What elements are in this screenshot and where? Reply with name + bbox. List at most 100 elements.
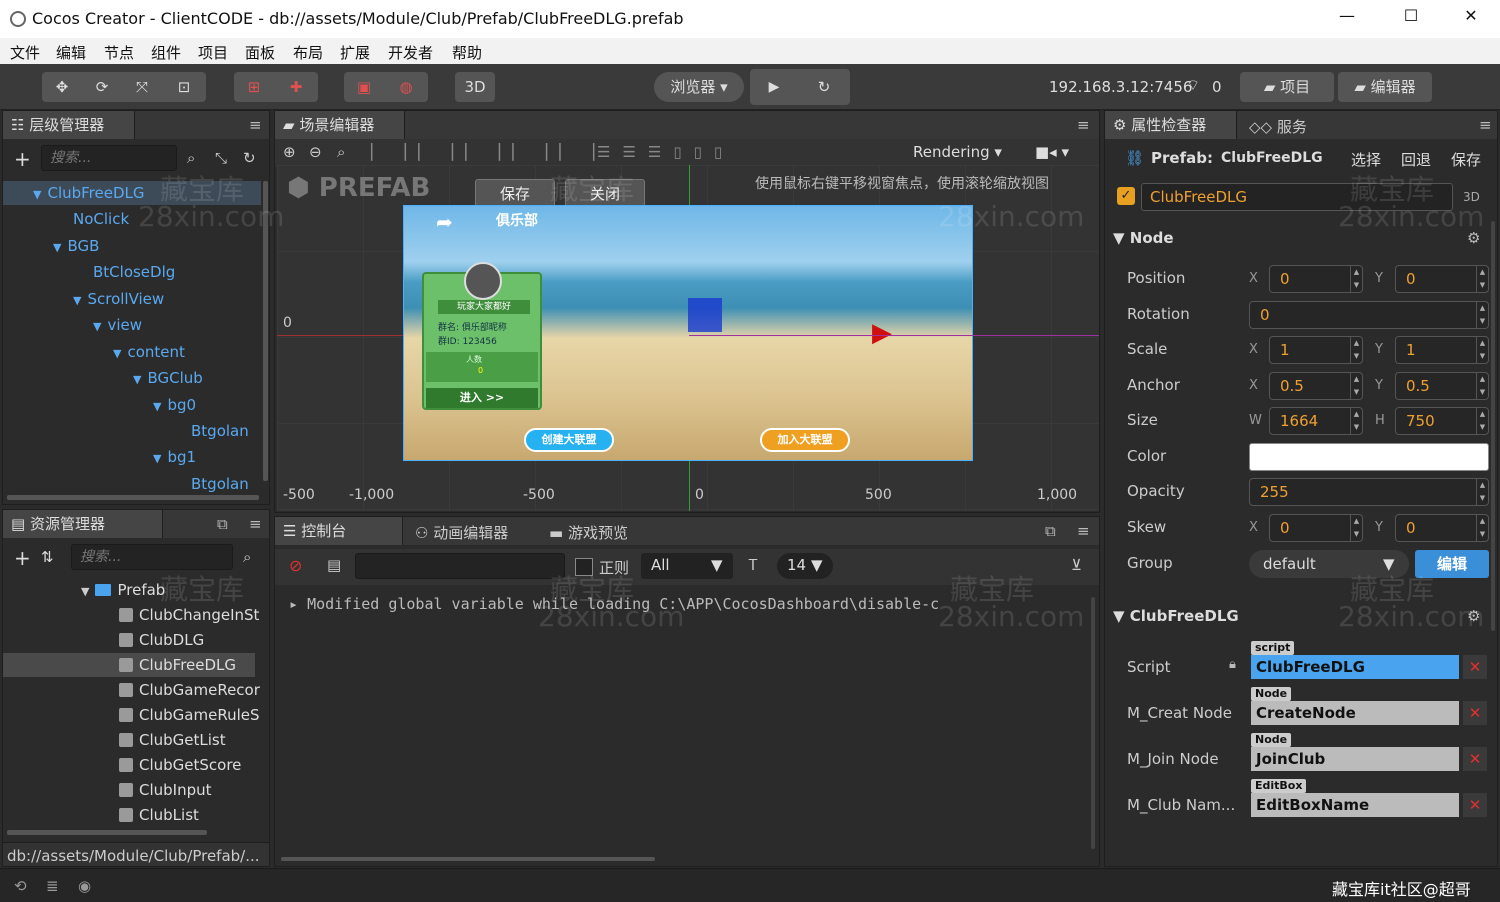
hierarchy-menu-icon[interactable]: ≡: [249, 116, 262, 134]
animation-editor-tab[interactable]: ⚇ 动画编辑器: [415, 522, 508, 543]
open-project-button[interactable]: ▰ 项目: [1240, 72, 1334, 102]
scene-canvas[interactable]: 0 -500 -1,000 -500 0 500 1,000 ⬢ PREFAB …: [277, 165, 1099, 511]
gear-icon[interactable]: ⚙: [1467, 607, 1480, 625]
position-x-input[interactable]: 0 ▲ ▼: [1269, 265, 1363, 293]
menu-layout[interactable]: 布局: [293, 42, 323, 63]
prefab-revert-button[interactable]: 回退: [1401, 149, 1431, 170]
align-tools-icon[interactable]: ▏▕▏▕▏▕▏▕▏▕: [371, 143, 606, 161]
stepper-icon[interactable]: ▲ ▼: [1350, 337, 1362, 363]
expand-arrow-icon[interactable]: ▸: [289, 595, 307, 613]
console-hscrollbar[interactable]: [281, 857, 655, 861]
local-icon[interactable]: ✚: [276, 72, 316, 102]
stepper-icon[interactable]: ▲ ▼: [1476, 337, 1488, 363]
scale-x-input[interactable]: 1 ▲ ▼: [1269, 336, 1363, 364]
size-h-input[interactable]: 750 ▲ ▼: [1395, 407, 1489, 435]
open-log-icon[interactable]: ▤: [327, 556, 341, 574]
color-swatch[interactable]: [1249, 443, 1489, 471]
tree-node[interactable]: ▼ BGClub: [133, 369, 203, 387]
menu-node[interactable]: 节点: [104, 42, 134, 63]
rotate-tool-icon[interactable]: ⟳: [82, 72, 122, 102]
skew-x-input[interactable]: 0 ▲ ▼: [1269, 514, 1363, 542]
hierarchy-search-input[interactable]: 搜索...: [41, 145, 177, 171]
prefab-save-button[interactable]: 保存: [1451, 149, 1481, 170]
stepper-icon[interactable]: ▲ ▼: [1476, 408, 1488, 434]
close-button[interactable]: ✕: [1456, 6, 1486, 32]
create-league-button[interactable]: 创建大联盟: [524, 428, 614, 452]
size-w-input[interactable]: 1664 ▲ ▼: [1269, 407, 1363, 435]
console-vscrollbar[interactable]: [1091, 597, 1095, 849]
tree-node[interactable]: ▼ view: [93, 316, 142, 334]
tree-node-root[interactable]: ▼ ClubFreeDLG: [33, 184, 145, 202]
pivot-icon[interactable]: ⊞: [234, 72, 274, 102]
remove-ref-icon[interactable]: ✕: [1463, 655, 1487, 679]
stepper-icon[interactable]: ▲ ▼: [1476, 302, 1488, 328]
stepper-icon[interactable]: ▲ ▼: [1476, 266, 1488, 292]
open-editor-button[interactable]: ▰ 编辑器: [1338, 72, 1432, 102]
zoom-in-icon[interactable]: ⊕: [283, 143, 296, 161]
locate-icon[interactable]: ⤡: [215, 149, 227, 167]
collapse-icon[interactable]: ⊻: [1071, 556, 1082, 574]
menu-developer[interactable]: 开发者: [388, 42, 433, 63]
expand-arrow-icon[interactable]: ▼: [113, 347, 121, 360]
assets-search-input[interactable]: 搜索...: [71, 544, 233, 570]
anchor-y-input[interactable]: 0.5 ▲ ▼: [1395, 372, 1489, 400]
menu-help[interactable]: 帮助: [452, 42, 482, 63]
asset-folder[interactable]: ▼ Prefab: [81, 581, 165, 599]
menu-extension[interactable]: 扩展: [340, 42, 370, 63]
camera-select-icon[interactable]: ■◂ ▾: [1035, 143, 1069, 161]
mode-3d-button[interactable]: 3D: [455, 72, 495, 102]
log-level-select[interactable]: All ▼: [641, 553, 733, 579]
scene-menu-icon[interactable]: ≡: [1077, 116, 1090, 134]
asset-item[interactable]: ClubList: [119, 806, 199, 824]
join-node-ref-field[interactable]: JoinClub: [1251, 747, 1459, 771]
database-icon[interactable]: ≣: [46, 877, 59, 895]
opacity-input[interactable]: 255 ▲ ▼: [1249, 478, 1489, 506]
tree-node[interactable]: NoClick: [73, 210, 129, 228]
game-preview-tab[interactable]: ▬ 游戏预览: [549, 522, 628, 543]
tree-node[interactable]: ▼ BGB: [53, 237, 99, 255]
game-preview[interactable]: ➦ 俱乐部 玩家大家都好 群名: 俱乐部昵称 群ID: 123456 人数 0 …: [403, 205, 973, 461]
maximize-panel-icon[interactable]: ⧉: [1045, 522, 1056, 540]
tree-node[interactable]: BtCloseDlg: [93, 263, 175, 281]
expand-arrow-icon[interactable]: ▼: [33, 188, 41, 201]
asset-item-selected[interactable]: ClubFreeDLG: [119, 656, 236, 674]
sort-icon[interactable]: ⇅: [41, 548, 54, 566]
inspector-scrollbar[interactable]: [1491, 221, 1495, 631]
rect-tool-icon[interactable]: ⊡: [164, 72, 204, 102]
scale-tool-icon[interactable]: ⤧: [122, 72, 162, 102]
enter-button[interactable]: 进入 >>: [426, 388, 538, 408]
node-section-header[interactable]: ▼ Node: [1105, 223, 1495, 253]
remove-ref-icon[interactable]: ✕: [1463, 701, 1487, 725]
stepper-icon[interactable]: ▲ ▼: [1350, 373, 1362, 399]
reload-icon[interactable]: ⟲: [14, 877, 27, 895]
rendering-select[interactable]: Rendering ▾: [913, 143, 1002, 161]
asset-item[interactable]: ClubGameRuleS: [119, 706, 260, 724]
hierarchy-hscrollbar[interactable]: [7, 495, 259, 500]
menu-file[interactable]: 文件: [10, 42, 40, 63]
asset-item[interactable]: ClubGetList: [119, 731, 226, 749]
assets-hscrollbar[interactable]: [7, 830, 207, 835]
search-icon[interactable]: ⌕: [243, 548, 251, 566]
stepper-icon[interactable]: ▲ ▼: [1476, 373, 1488, 399]
snap-icon[interactable]: ▣: [344, 72, 384, 102]
console-menu-icon[interactable]: ≡: [1077, 522, 1090, 540]
console-log-line[interactable]: ▸ Modified global variable while loading…: [289, 595, 1085, 613]
component-section-header[interactable]: ▼ ClubFreeDLG: [1105, 601, 1495, 631]
inspector-menu-icon[interactable]: ≡: [1479, 116, 1492, 134]
assets-tab[interactable]: ▤ 资源管理器: [3, 510, 163, 538]
stepper-icon[interactable]: ▲ ▼: [1350, 266, 1362, 292]
menu-edit[interactable]: 编辑: [56, 42, 86, 63]
assets-menu-icon[interactable]: ≡: [249, 515, 262, 533]
tree-node[interactable]: ▼ bg1: [153, 448, 196, 466]
tree-node[interactable]: ▼ content: [113, 343, 185, 361]
add-node-icon[interactable]: +: [14, 147, 31, 171]
console-tab[interactable]: ☰ 控制台: [275, 517, 403, 545]
club-name-ref-field[interactable]: EditBoxName: [1251, 793, 1459, 817]
anchor-x-input[interactable]: 0.5 ▲ ▼: [1269, 372, 1363, 400]
menu-project[interactable]: 项目: [198, 42, 228, 63]
asset-item[interactable]: ClubDLG: [119, 631, 204, 649]
scale-y-input[interactable]: 1 ▲ ▼: [1395, 336, 1489, 364]
asset-item[interactable]: ClubInput: [119, 781, 212, 799]
refresh-icon[interactable]: ↻: [243, 149, 256, 167]
browser-select[interactable]: 浏览器 ▾: [654, 72, 744, 102]
